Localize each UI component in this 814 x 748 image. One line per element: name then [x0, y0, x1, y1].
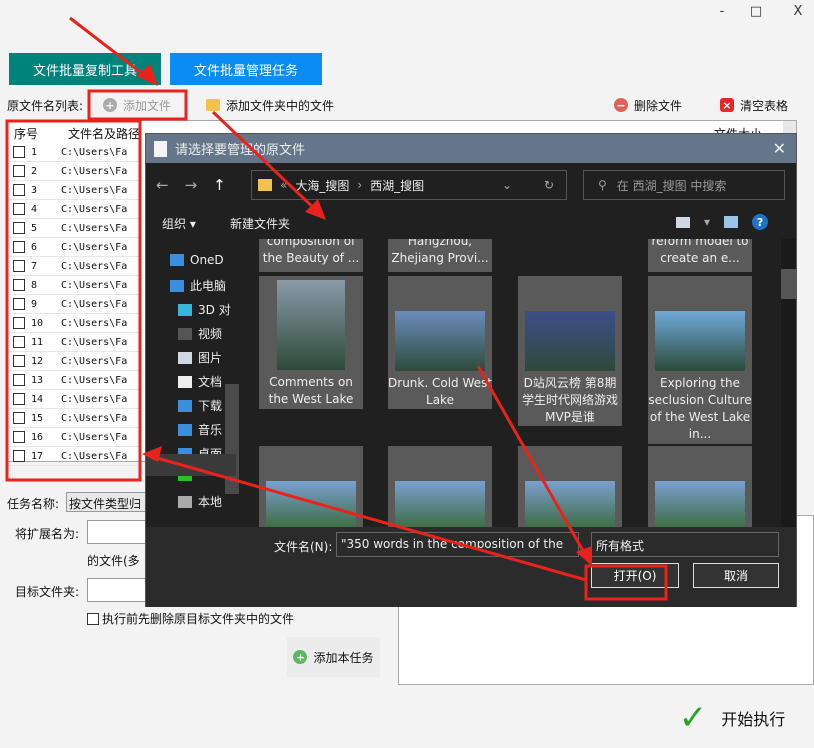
annotation-box-file-list — [5, 119, 142, 482]
annotation-overlay — [5, 16, 668, 601]
annotation-arrow — [149, 454, 587, 582]
annotation-arrow — [211, 110, 320, 214]
annotation-box-open — [584, 564, 668, 601]
annotation-arrow — [476, 365, 588, 557]
annotation-box-add-file — [87, 89, 188, 121]
annotation-arrow — [69, 16, 149, 80]
